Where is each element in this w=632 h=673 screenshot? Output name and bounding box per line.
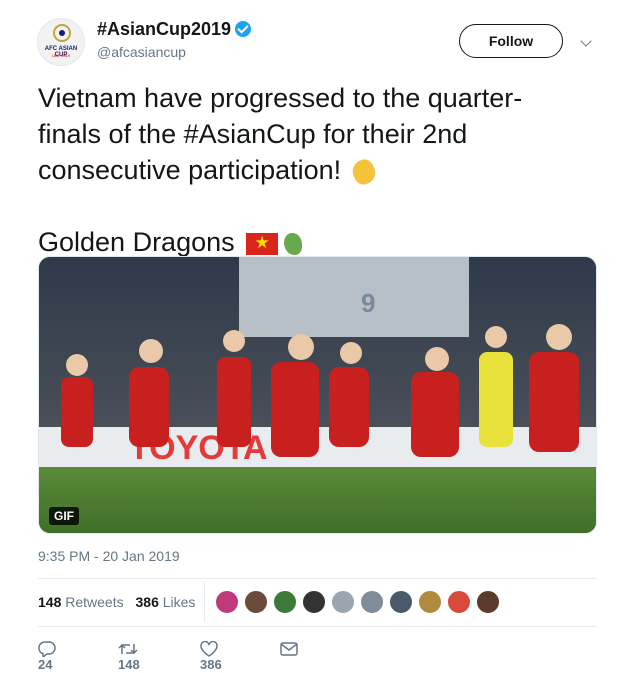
liker-avatar[interactable]	[244, 590, 268, 614]
reply-button[interactable]: 24	[38, 640, 62, 672]
retweet-count: 148	[118, 656, 140, 672]
retweets-count: 148	[38, 594, 62, 610]
tweet-line-2: finals of the #AsianCup for their 2nd	[38, 119, 468, 149]
likes-label: Likes	[162, 594, 196, 610]
like-button[interactable]: 386	[200, 640, 224, 672]
retweets-stat[interactable]: 148 Retweets	[38, 594, 124, 610]
engagement-stats: 148 Retweets 386 Likes	[38, 594, 203, 610]
liker-avatar[interactable]	[418, 590, 442, 614]
stand-number: 9	[361, 288, 375, 318]
divider-bottom	[38, 626, 597, 627]
tweet-line-4-text: Golden Dragons	[38, 227, 235, 257]
direct-message-button[interactable]	[280, 640, 304, 660]
tweet-media-gif[interactable]: 9 TOYOTA GIF	[38, 256, 597, 534]
heart-icon	[200, 640, 218, 657]
divider-top	[38, 578, 597, 579]
avatar[interactable]: AFC ASIAN CUP UAE 2019	[37, 18, 85, 66]
liker-avatar[interactable]	[215, 590, 239, 614]
liker-avatar[interactable]	[476, 590, 500, 614]
like-count: 386	[200, 656, 222, 672]
liker-avatar[interactable]	[331, 590, 355, 614]
envelope-icon	[280, 641, 298, 656]
likes-stat[interactable]: 386 Likes	[136, 594, 196, 610]
clapping-hands-icon	[349, 157, 381, 187]
chevron-down-icon[interactable]	[580, 35, 592, 47]
tweet-timestamp[interactable]: 9:35 PM - 20 Jan 2019	[38, 548, 180, 564]
vietnam-flag-icon	[246, 232, 279, 255]
avatar-logo-subtext: UAE 2019	[51, 53, 71, 58]
liker-avatar[interactable]	[360, 590, 384, 614]
reply-icon	[38, 640, 56, 657]
follow-button[interactable]: Follow	[459, 24, 563, 58]
liker-avatar[interactable]	[302, 590, 326, 614]
tweet-text: Vietnam have progressed to the quarter- …	[38, 80, 598, 260]
gif-scene: 9 TOYOTA	[39, 257, 596, 533]
retweet-button[interactable]: 148	[118, 640, 144, 672]
author-name-text: #AsianCup2019	[97, 19, 232, 39]
retweets-label: Retweets	[65, 594, 124, 610]
author-name[interactable]: #AsianCup2019	[97, 19, 252, 40]
tweet-line-1: Vietnam have progressed to the quarter-	[38, 83, 523, 113]
reply-count: 24	[38, 656, 53, 672]
liker-avatar[interactable]	[447, 590, 471, 614]
likes-count: 386	[135, 594, 159, 610]
afc-logo-icon	[53, 24, 71, 42]
gif-badge: GIF	[49, 507, 79, 525]
tweet-line-3-text: consecutive participation!	[38, 155, 342, 185]
stats-separator	[204, 582, 205, 622]
liker-avatar[interactable]	[389, 590, 413, 614]
author-handle[interactable]: @afcasiancup	[97, 44, 186, 60]
tweet-line-4: Golden Dragons	[38, 224, 598, 260]
verified-badge-icon	[235, 21, 252, 37]
retweet-icon	[118, 643, 138, 654]
tweet-line-3: consecutive participation!	[38, 152, 598, 188]
dragon-icon	[278, 229, 308, 259]
liker-avatar[interactable]	[273, 590, 297, 614]
